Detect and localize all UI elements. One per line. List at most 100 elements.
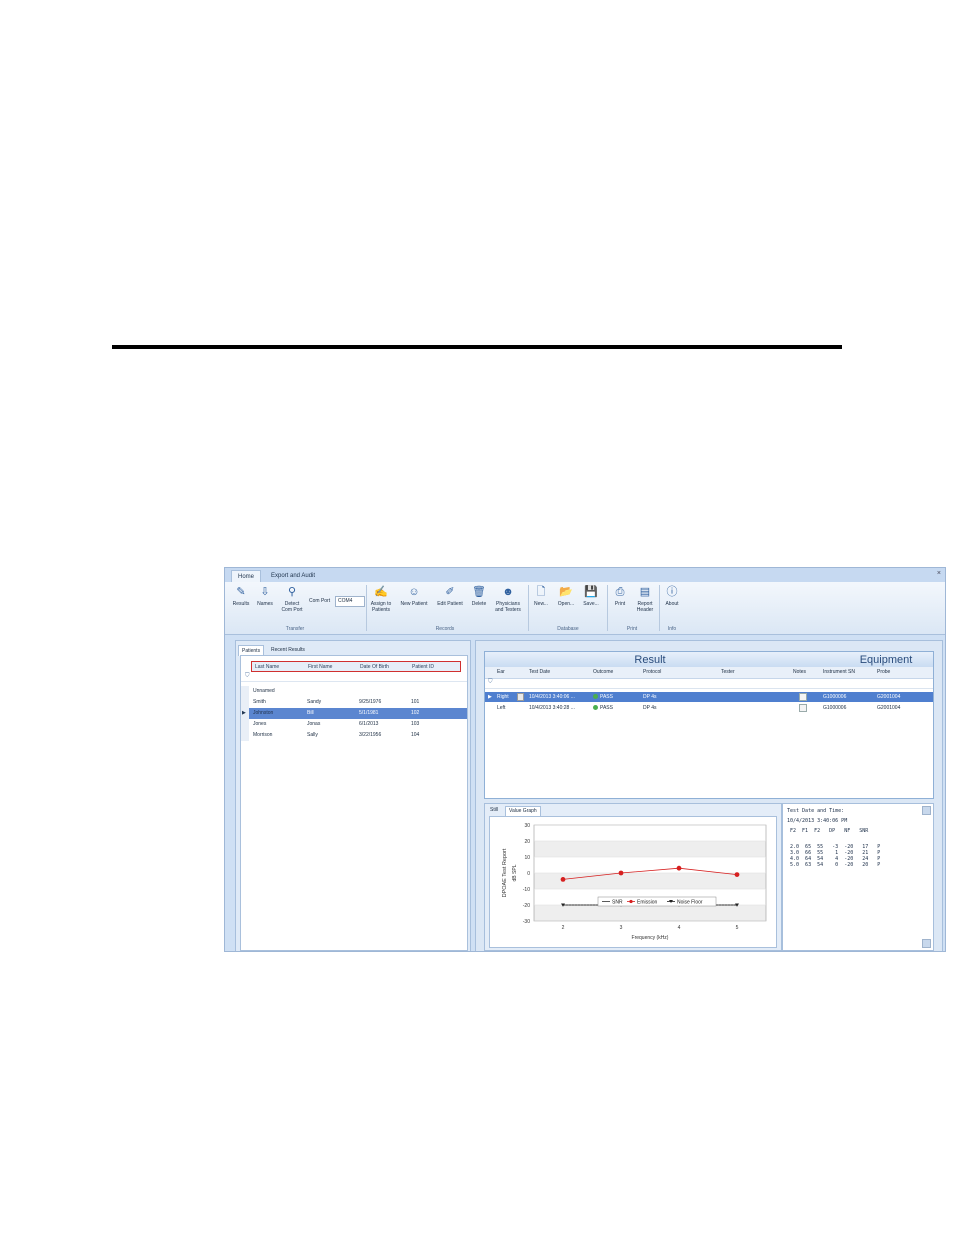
column-tester[interactable]: Tester bbox=[721, 669, 735, 675]
tab-value-graph[interactable]: Value Graph bbox=[505, 806, 541, 816]
page-rule bbox=[112, 345, 842, 349]
legend-label: SNR bbox=[612, 900, 623, 906]
section-result-title: Result bbox=[634, 654, 666, 666]
table-row[interactable]: Unnamed bbox=[241, 686, 467, 697]
results-band: Result Equipment bbox=[485, 652, 933, 667]
notes-icon[interactable] bbox=[799, 693, 807, 701]
row-gutter bbox=[241, 697, 249, 708]
x-tick-label: 5 bbox=[736, 925, 739, 931]
group-separator bbox=[607, 585, 608, 631]
tab-recent-results[interactable]: Recent Results bbox=[268, 645, 308, 655]
column-notes[interactable]: Notes bbox=[793, 669, 806, 675]
scroll-up-button[interactable] bbox=[922, 806, 931, 815]
open-database-button[interactable]: 📂 Open... bbox=[555, 585, 577, 607]
y-tick-label: 30 bbox=[524, 823, 530, 829]
close-icon[interactable]: × bbox=[937, 570, 941, 577]
y-tick-label: 20 bbox=[524, 839, 530, 845]
names-button[interactable]: ⇩ Names bbox=[255, 585, 275, 607]
table-row[interactable]: Left 10/4/2013 3:40:28 ... PASS DP 4s G1… bbox=[485, 703, 933, 713]
y-tick-label: 0 bbox=[527, 871, 530, 877]
row-gutter bbox=[241, 730, 249, 741]
tab-still[interactable]: Still bbox=[487, 806, 501, 815]
report-header-button[interactable]: ▤ Report Header bbox=[633, 585, 657, 613]
pencil-check-icon: ✎ bbox=[236, 586, 246, 598]
pass-icon bbox=[593, 694, 598, 700]
com-port-select[interactable]: COM4 bbox=[335, 596, 365, 607]
graph-panel: Still Value Graph 30 20 10 0 -10 -20 -30 2 3 4 5 Fr… bbox=[484, 803, 782, 951]
filter-icon[interactable]: ⛉ bbox=[488, 679, 493, 686]
delete-button[interactable]: 🗑 Delete bbox=[469, 585, 489, 607]
table-row-selected[interactable]: ▶ Johnston Bill 5/1/1981 102 bbox=[241, 708, 467, 719]
filter-icon[interactable]: ⛉ bbox=[245, 673, 250, 680]
save-database-button[interactable]: 💾 Save... bbox=[580, 585, 602, 607]
people-icon: ☻ bbox=[502, 586, 514, 598]
column-protocol[interactable]: Protocol bbox=[643, 669, 661, 675]
assign-icon: ✍ bbox=[374, 586, 388, 598]
x-tick-label: 2 bbox=[562, 925, 565, 931]
table-row[interactable]: Jones Jonas 6/1/2013 103 bbox=[241, 719, 467, 730]
results-button[interactable]: ✎ Results bbox=[231, 585, 251, 607]
emission-point bbox=[618, 870, 624, 876]
edit-patient-button[interactable]: ✐ Edit Patient bbox=[433, 585, 467, 607]
results-grid: Result Equipment Ear Test Date Outcome P… bbox=[484, 651, 934, 799]
x-axis-label: Frequency (kHz) bbox=[632, 935, 669, 941]
physicians-and-testers-button[interactable]: ☻ Physicians and Testers bbox=[491, 585, 525, 613]
pass-icon bbox=[593, 705, 598, 711]
new-patient-button[interactable]: ☺ New Patient bbox=[397, 585, 431, 607]
grid-band bbox=[534, 905, 766, 921]
chart-svg: 30 20 10 0 -10 -20 -30 2 3 4 5 Frequency (kHz) dB SP… bbox=[502, 823, 767, 941]
column-ear[interactable]: Ear bbox=[497, 669, 505, 675]
x-tick-label: 3 bbox=[620, 925, 623, 931]
tab-export-and-audit[interactable]: Export and Audit bbox=[265, 570, 321, 582]
assign-to-patients-button[interactable]: ✍ Assign to Patients bbox=[368, 585, 394, 613]
column-probe[interactable]: Probe bbox=[877, 669, 890, 675]
save-icon: 💾 bbox=[584, 586, 598, 598]
new-database-button[interactable]: 🗋 New... bbox=[530, 585, 552, 607]
column-first-name[interactable]: First Name bbox=[308, 664, 332, 670]
print-button[interactable]: ⎙ Print bbox=[609, 585, 631, 607]
column-date-of-birth[interactable]: Date Of Birth bbox=[360, 664, 389, 670]
about-button[interactable]: ⓘ About bbox=[661, 585, 683, 607]
dpoae-chart: 30 20 10 0 -10 -20 -30 2 3 4 5 Frequency (kHz) dB SP… bbox=[489, 816, 777, 948]
ribbon: ✎ Results ⇩ Names ⚲ Detect Com Port Com … bbox=[225, 582, 945, 635]
legend-marker bbox=[629, 899, 633, 904]
com-port-label: Com Port bbox=[309, 598, 331, 604]
patients-panel: Patients Recent Results Last Name First … bbox=[235, 640, 471, 951]
row-gutter bbox=[241, 719, 249, 730]
column-test-date[interactable]: Test Date bbox=[529, 669, 550, 675]
magnifier-icon: ⚲ bbox=[287, 586, 297, 598]
text-datetime: 10/4/2013 3:40:06 PM bbox=[787, 818, 848, 824]
y-axis-label: dB SPL bbox=[512, 864, 518, 881]
group-separator bbox=[366, 585, 367, 631]
app-window: Home Export and Audit × ✎ Results ⇩ Name… bbox=[224, 567, 946, 952]
row-gutter: ▶ bbox=[241, 708, 249, 719]
folder-icon: 📂 bbox=[559, 586, 573, 598]
scroll-down-button[interactable] bbox=[922, 939, 931, 948]
table-row-selected[interactable]: ▶ Right 10/4/2013 3:40:06 ... PASS DP 4s… bbox=[485, 692, 933, 702]
detect-com-port-button[interactable]: ⚲ Detect Com Port bbox=[279, 585, 305, 613]
table-row[interactable]: Morrison Sally 3/22/1956 104 bbox=[241, 730, 467, 741]
x-tick-label: 4 bbox=[678, 925, 681, 931]
lock-icon bbox=[517, 693, 524, 701]
table-row[interactable]: Smith Sandy 9/25/1976 101 bbox=[241, 697, 467, 708]
column-last-name[interactable]: Last Name bbox=[255, 664, 279, 670]
trash-icon: 🗑 bbox=[472, 586, 486, 598]
group-label-transfer: Transfer bbox=[285, 626, 305, 632]
column-outcome[interactable]: Outcome bbox=[593, 669, 613, 675]
results-filter-row[interactable]: ⛉ bbox=[485, 678, 933, 689]
y-tick-label: -20 bbox=[523, 903, 530, 909]
printer-icon: ⎙ bbox=[615, 586, 625, 598]
column-patient-id[interactable]: Patient ID bbox=[412, 664, 434, 670]
section-equipment-title: Equipment bbox=[859, 654, 913, 666]
y-tick-label: 10 bbox=[524, 855, 530, 861]
results-panel: Result Equipment Ear Test Date Outcome P… bbox=[475, 640, 943, 951]
group-label-print: Print bbox=[626, 626, 638, 632]
notes-icon[interactable] bbox=[799, 704, 807, 712]
text-heading: Test Date and Time: bbox=[787, 808, 845, 814]
new-file-icon: 🗋 bbox=[536, 586, 546, 598]
row-pointer-icon: ▶ bbox=[488, 694, 492, 700]
row-pointer-icon: ▶ bbox=[242, 710, 246, 716]
patients-filter-row[interactable]: ⛉ bbox=[241, 672, 467, 682]
column-instrument-sn[interactable]: Instrument SN bbox=[823, 669, 855, 675]
patients-header-row: Last Name First Name Date Of Birth Patie… bbox=[251, 661, 461, 672]
